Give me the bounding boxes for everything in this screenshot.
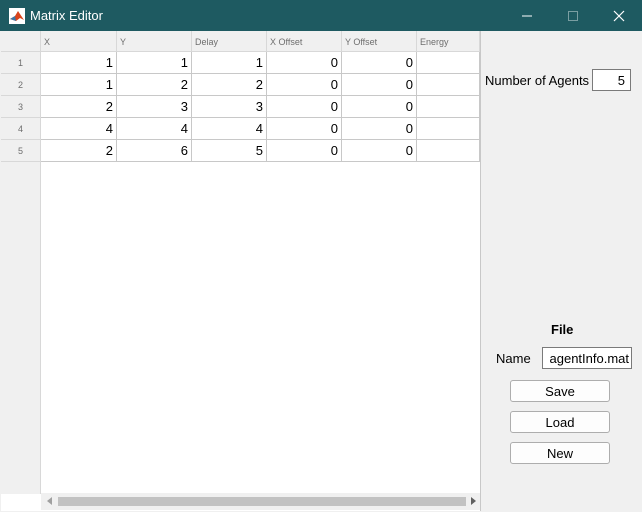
table-cell[interactable]: 4: [192, 118, 267, 140]
table-cell[interactable]: [417, 140, 480, 162]
table-cell[interactable]: [417, 52, 480, 74]
row-number[interactable]: 4: [1, 118, 41, 140]
file-name-field[interactable]: agentInfo.mat: [542, 347, 632, 369]
table-cell[interactable]: 1: [192, 52, 267, 74]
table-cell[interactable]: 1: [117, 52, 192, 74]
table-cell[interactable]: 2: [117, 74, 192, 96]
window-title: Matrix Editor: [30, 8, 103, 23]
maximize-icon[interactable]: [550, 0, 596, 31]
table-cell[interactable]: 2: [41, 140, 117, 162]
table-cell[interactable]: 0: [267, 140, 342, 162]
name-label: Name: [496, 351, 531, 366]
load-button[interactable]: Load: [510, 411, 610, 433]
table-cell[interactable]: 4: [41, 118, 117, 140]
new-button[interactable]: New: [510, 442, 610, 464]
matlab-icon: [9, 8, 25, 24]
horizontal-scrollbar[interactable]: [41, 493, 480, 510]
close-icon[interactable]: [596, 0, 642, 31]
table-cell[interactable]: 5: [192, 140, 267, 162]
table-cell[interactable]: 1: [41, 74, 117, 96]
table-cell[interactable]: 0: [267, 52, 342, 74]
table-cell[interactable]: 0: [342, 96, 417, 118]
table-cell[interactable]: 0: [267, 74, 342, 96]
table-cell[interactable]: 0: [342, 52, 417, 74]
num-agents-field[interactable]: 5: [592, 69, 631, 91]
table-cell[interactable]: 6: [117, 140, 192, 162]
table-cell[interactable]: 0: [267, 118, 342, 140]
table-cell[interactable]: [417, 96, 480, 118]
table-cell[interactable]: 0: [267, 96, 342, 118]
table-cell[interactable]: 2: [41, 96, 117, 118]
table-cell[interactable]: 3: [192, 96, 267, 118]
num-agents-label: Number of Agents: [485, 73, 590, 88]
table-cell[interactable]: 1: [41, 52, 117, 74]
row-number[interactable]: 1: [1, 52, 41, 74]
table-cell[interactable]: 0: [342, 140, 417, 162]
table-cell[interactable]: [417, 74, 480, 96]
row-number[interactable]: 3: [1, 96, 41, 118]
table-corner: [1, 31, 41, 52]
column-header-energy[interactable]: Energy: [417, 31, 480, 52]
column-header-y-offset[interactable]: Y Offset: [342, 31, 417, 52]
table-cell[interactable]: [417, 118, 480, 140]
column-header-x[interactable]: X: [41, 31, 117, 52]
scroll-right-icon[interactable]: [471, 497, 476, 505]
file-heading: File: [551, 322, 574, 337]
table-cell[interactable]: 0: [342, 74, 417, 96]
minimize-icon[interactable]: [504, 0, 550, 31]
table-cell[interactable]: 4: [117, 118, 192, 140]
data-table[interactable]: X Y Delay X Offset Y Offset Energy 1 2 3…: [1, 31, 481, 511]
row-number[interactable]: 5: [1, 140, 41, 162]
column-header-delay[interactable]: Delay: [192, 31, 267, 52]
column-header-x-offset[interactable]: X Offset: [267, 31, 342, 52]
scroll-thumb[interactable]: [58, 497, 466, 506]
table-cell[interactable]: 0: [342, 118, 417, 140]
table-cell[interactable]: 2: [192, 74, 267, 96]
title-bar: Matrix Editor: [0, 0, 642, 31]
column-header-y[interactable]: Y: [117, 31, 192, 52]
save-button[interactable]: Save: [510, 380, 610, 402]
scroll-left-icon[interactable]: [47, 497, 52, 505]
table-cell[interactable]: 3: [117, 96, 192, 118]
row-number[interactable]: 2: [1, 74, 41, 96]
